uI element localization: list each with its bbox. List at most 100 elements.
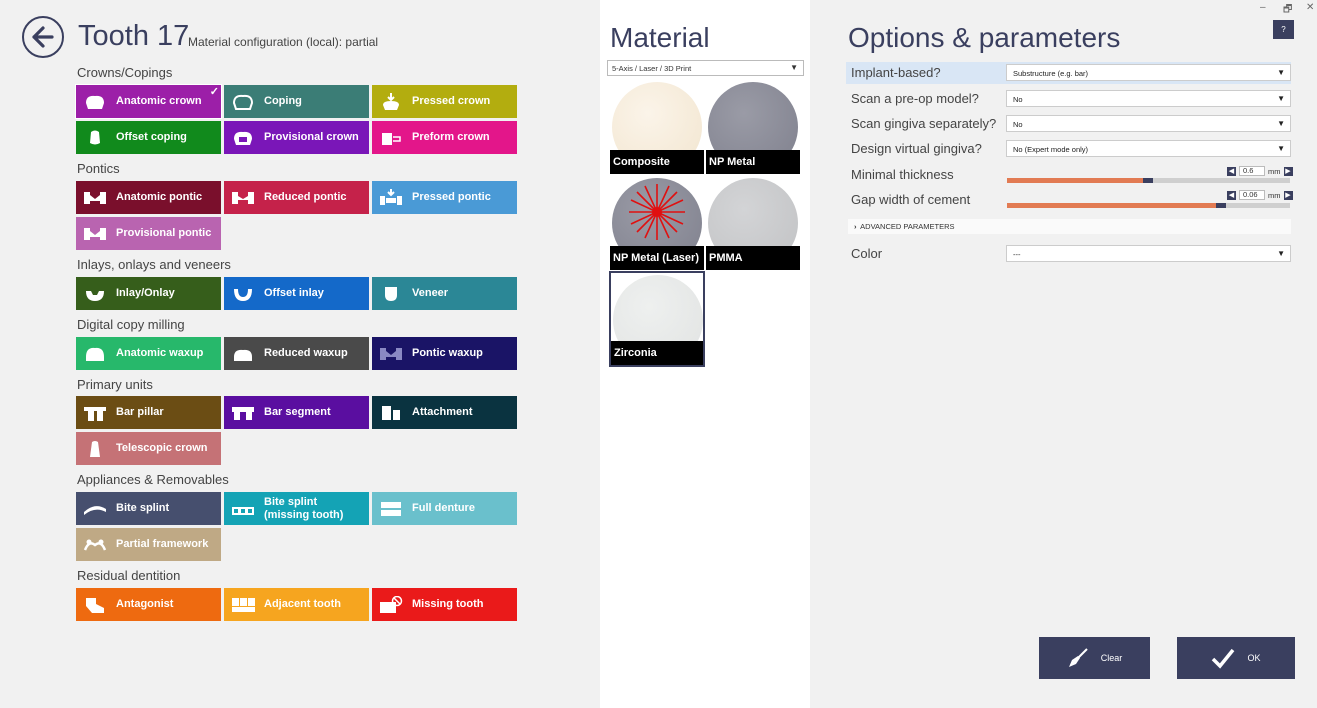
tile-anatomic-pontic[interactable]: Anatomic pontic	[76, 181, 221, 214]
indication-panel: Tooth 17 Material configuration (local):…	[0, 0, 600, 708]
decrement-icon[interactable]: ◀	[1227, 166, 1236, 176]
tile-label: Reduced waxup	[264, 347, 348, 359]
option-implant-based: Implant-based? Substructure (e.g. bar) ▼	[846, 62, 1291, 84]
clear-label: Clear	[1100, 653, 1123, 663]
section-label-crowns: Crowns/Copings	[77, 65, 173, 80]
material-panel: Material 5-Axis / Laser / 3D Print ▼ Com…	[600, 0, 810, 708]
tile-offset-coping[interactable]: Offset coping	[76, 121, 221, 154]
increment-icon[interactable]: ▶	[1283, 166, 1293, 176]
tile-label: Partial framework	[116, 538, 209, 550]
stepper-value[interactable]: 0.06	[1239, 190, 1265, 200]
material-title: Material	[610, 22, 710, 53]
tile-provisional-crown[interactable]: Provisional crown	[224, 121, 369, 154]
tile-missing-tooth[interactable]: Missing tooth	[372, 588, 517, 621]
close-icon[interactable]: ✕	[1306, 2, 1314, 13]
scan-gingiva-select[interactable]: No ▼	[1006, 115, 1291, 132]
decrement-icon[interactable]: ◀	[1227, 190, 1236, 200]
arrow-left-icon	[32, 26, 54, 48]
tile-label: Reduced pontic	[264, 191, 347, 203]
option-label: Design virtual gingiva?	[851, 141, 982, 156]
checkmark-icon: ✓	[689, 273, 700, 287]
tile-label: Full denture	[412, 502, 475, 514]
gap-cement-slider[interactable]	[1007, 203, 1290, 208]
advanced-parameters-toggle[interactable]: › ADVANCED PARAMETERS	[848, 219, 1291, 234]
tile-pontic-waxup[interactable]: Pontic waxup	[372, 337, 517, 370]
color-select[interactable]: --- ▼	[1006, 245, 1291, 262]
help-button[interactable]: ?	[1273, 20, 1294, 39]
option-label: Minimal thickness	[851, 167, 954, 182]
tile-bite-splint[interactable]: Bite splint	[76, 492, 221, 525]
tile-label: Offset inlay	[264, 287, 324, 299]
unit-label: mm	[1268, 190, 1281, 200]
bar-pillar-icon	[83, 403, 107, 423]
telescopic-crown-icon	[83, 439, 107, 459]
section-label-copy-milling: Digital copy milling	[77, 317, 185, 332]
tile-label: Anatomic crown	[116, 95, 202, 107]
restore-icon[interactable]: 🗗	[1283, 2, 1292, 19]
material-np-metal[interactable]: NP Metal	[706, 80, 800, 174]
tile-anatomic-waxup[interactable]: Anatomic waxup	[76, 337, 221, 370]
minimize-icon[interactable]: –	[1260, 2, 1266, 13]
increment-icon[interactable]: ▶	[1283, 190, 1293, 200]
tile-bar-segment[interactable]: Bar segment	[224, 396, 369, 429]
slider-fill	[1007, 178, 1143, 183]
tile-attachment[interactable]: Attachment	[372, 396, 517, 429]
pressed-crown-icon	[379, 92, 403, 112]
tile-label: Antagonist	[116, 598, 174, 610]
min-thickness-slider[interactable]	[1007, 178, 1290, 183]
tile-offset-inlay[interactable]: Offset inlay	[224, 277, 369, 310]
tile-provisional-pontic[interactable]: Provisional pontic	[76, 217, 221, 250]
section-label-appliances: Appliances & Removables	[77, 472, 229, 487]
tile-telescopic-crown[interactable]: Telescopic crown	[76, 432, 221, 465]
option-label: Color	[851, 246, 883, 261]
material-name: NP Metal (Laser)	[610, 246, 704, 270]
tile-anatomic-crown[interactable]: Anatomic crown ✓	[75, 84, 222, 119]
tile-label: Anatomic pontic	[116, 191, 203, 203]
reduced-pontic-icon	[231, 188, 255, 208]
dropdown-arrow-icon: ▼	[1277, 68, 1285, 77]
gap-cement-stepper[interactable]: ◀ 0.06 mm ▶	[1227, 190, 1293, 200]
min-thickness-stepper[interactable]: ◀ 0.6 mm ▶	[1227, 166, 1293, 176]
material-composite[interactable]: Composite	[610, 80, 704, 174]
scan-preop-select[interactable]: No ▼	[1006, 90, 1291, 107]
machine-type-value: 5-Axis / Laser / 3D Print	[612, 64, 692, 73]
checkmark-icon: ✓	[209, 86, 219, 98]
select-value: No	[1013, 120, 1023, 129]
bar-segment-icon	[231, 403, 255, 423]
tile-inlay-onlay[interactable]: Inlay/Onlay	[76, 277, 221, 310]
material-name: Composite	[610, 150, 704, 174]
stepper-value[interactable]: 0.6	[1239, 166, 1265, 176]
clear-button[interactable]: Clear	[1039, 637, 1150, 679]
tile-reduced-waxup[interactable]: Reduced waxup	[224, 337, 369, 370]
slider-thumb[interactable]	[1216, 203, 1226, 208]
tile-label: Bar pillar	[116, 406, 164, 418]
tile-preform-crown[interactable]: Preform crown	[372, 121, 517, 154]
tile-pressed-pontic[interactable]: Pressed pontic	[372, 181, 517, 214]
tile-label: Bite splint	[116, 502, 170, 514]
implant-based-select[interactable]: Substructure (e.g. bar) ▼	[1006, 64, 1291, 81]
tile-antagonist[interactable]: Antagonist	[76, 588, 221, 621]
material-pmma[interactable]: PMMA	[706, 176, 800, 270]
tile-label: Bar segment	[264, 406, 331, 418]
tile-adjacent-tooth[interactable]: Adjacent tooth	[224, 588, 369, 621]
material-np-metal-laser[interactable]: NP Metal (Laser)	[610, 176, 704, 270]
tile-coping[interactable]: Coping	[224, 85, 369, 118]
slider-fill	[1007, 203, 1216, 208]
ok-button[interactable]: OK	[1177, 637, 1295, 679]
tile-partial-framework[interactable]: Partial framework	[76, 528, 221, 561]
material-name: PMMA	[706, 246, 800, 270]
tile-label: Coping	[264, 95, 302, 107]
machine-type-select[interactable]: 5-Axis / Laser / 3D Print ▼	[607, 60, 804, 76]
slider-thumb[interactable]	[1143, 178, 1153, 183]
design-gingiva-select[interactable]: No (Expert mode only) ▼	[1006, 140, 1291, 157]
tile-veneer[interactable]: Veneer	[372, 277, 517, 310]
option-color: Color --- ▼	[846, 243, 1291, 265]
tile-pressed-crown[interactable]: Pressed crown	[372, 85, 517, 118]
tile-full-denture[interactable]: Full denture	[372, 492, 517, 525]
tile-bar-pillar[interactable]: Bar pillar	[76, 396, 221, 429]
material-zirconia[interactable]: Zirconia ✓	[609, 271, 705, 367]
tile-bite-splint-missing-tooth[interactable]: Bite splint (missing tooth)	[224, 492, 369, 525]
material-name: Zirconia	[611, 341, 703, 365]
tile-reduced-pontic[interactable]: Reduced pontic	[224, 181, 369, 214]
back-button[interactable]	[22, 16, 64, 58]
